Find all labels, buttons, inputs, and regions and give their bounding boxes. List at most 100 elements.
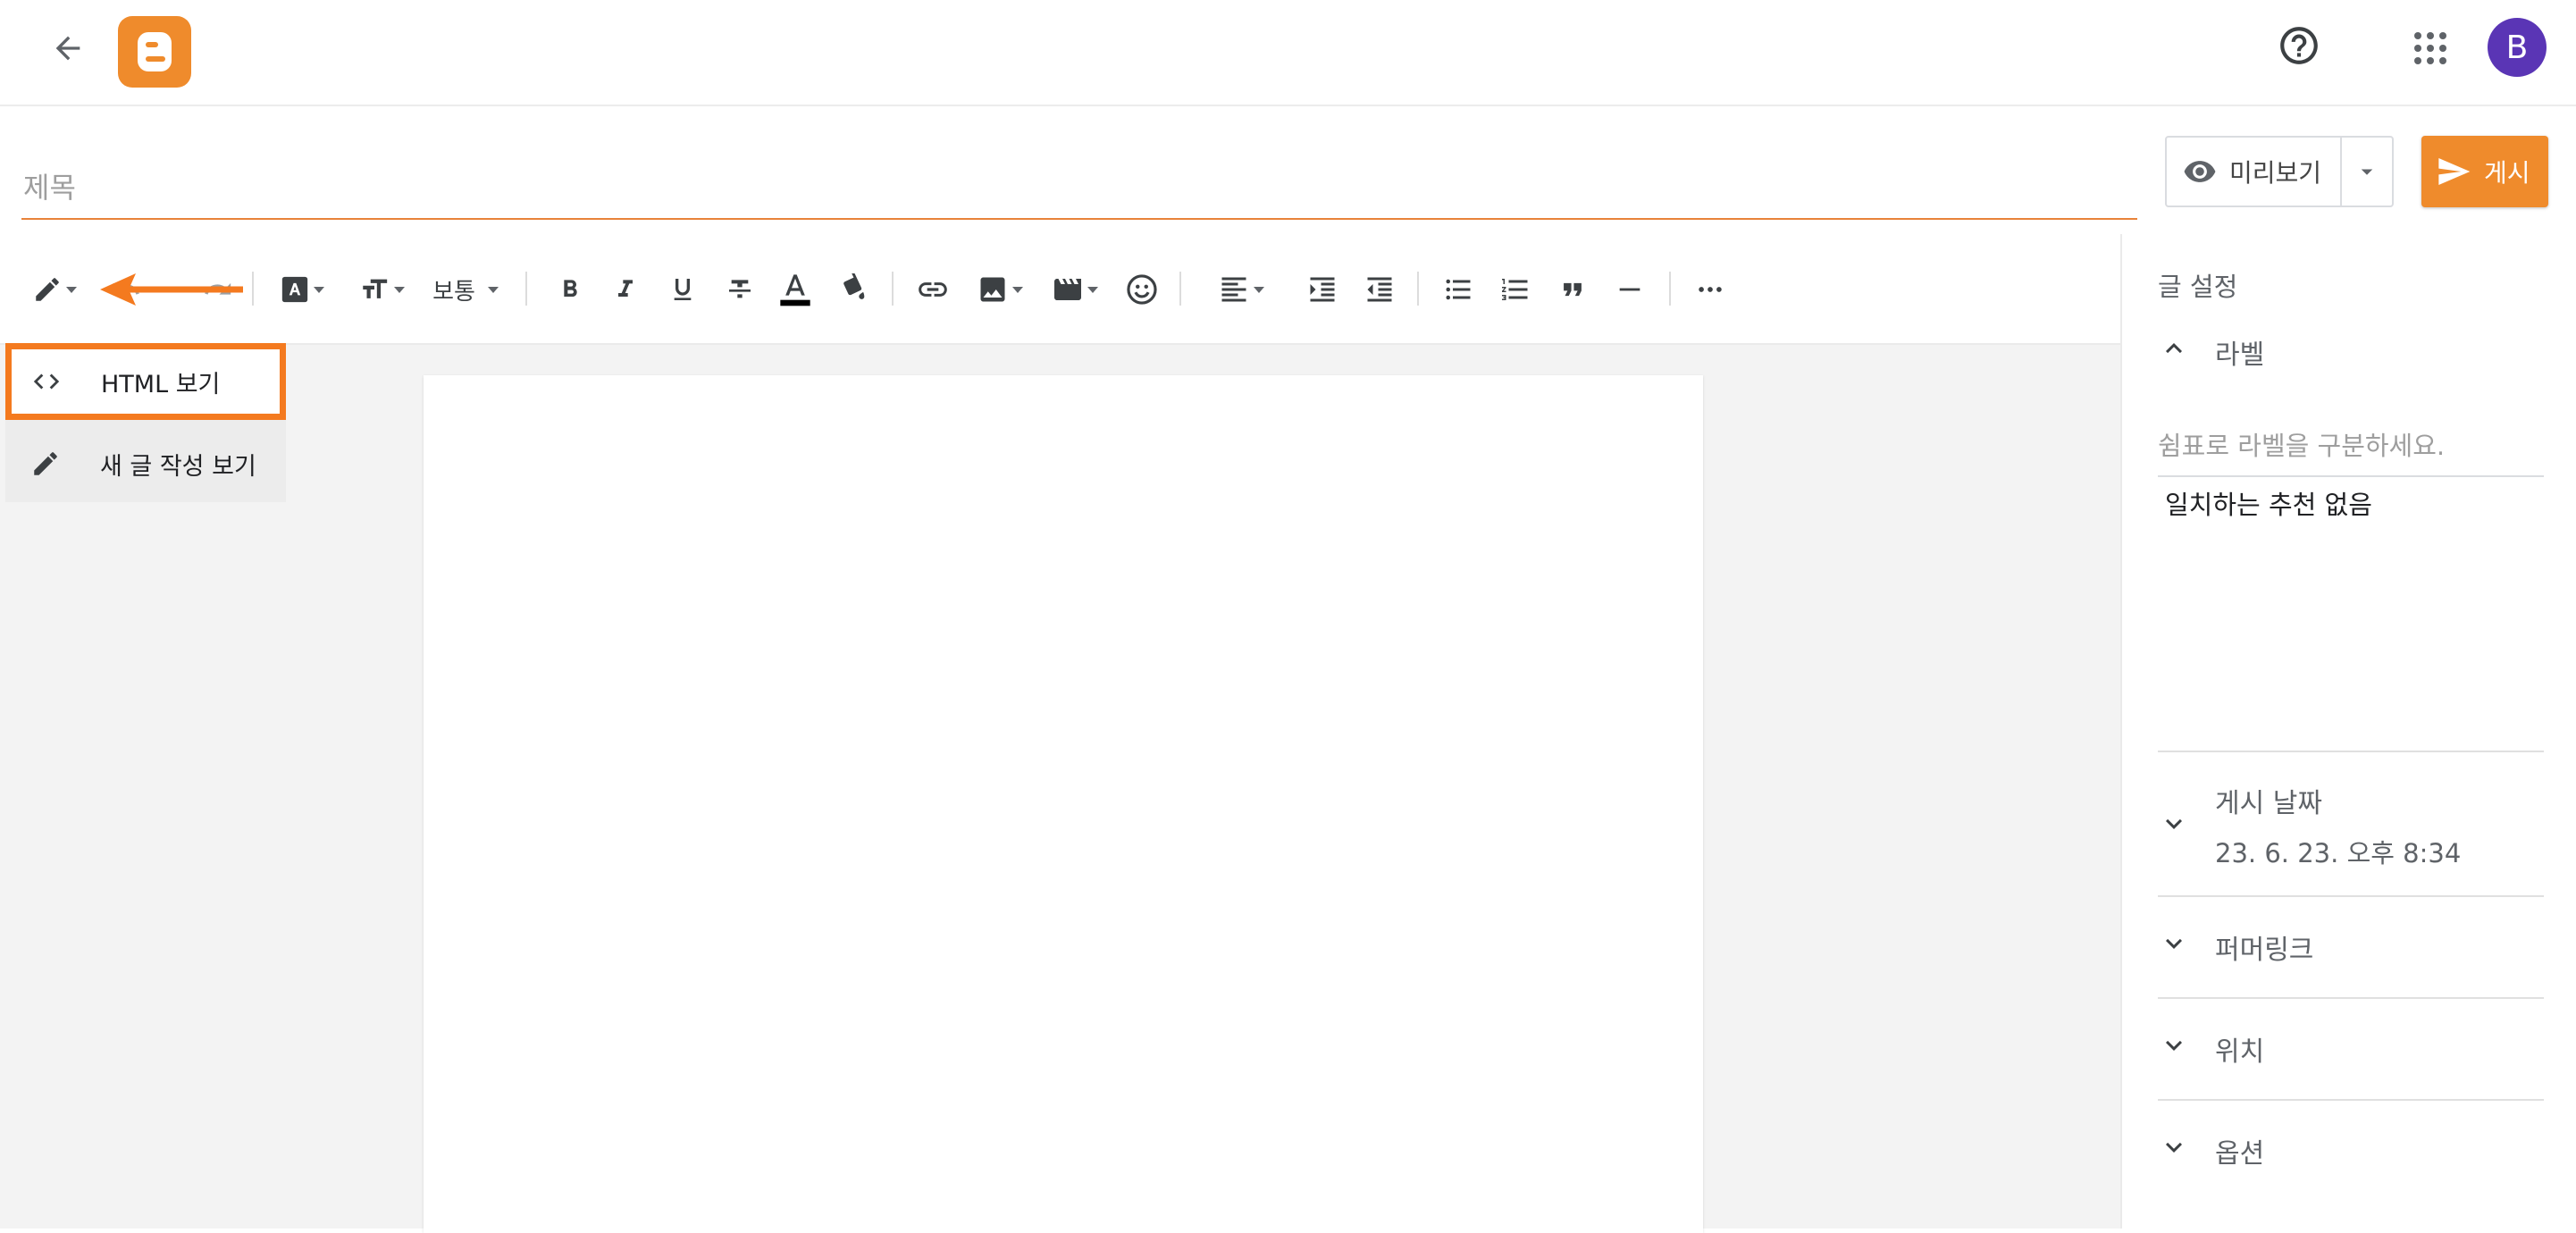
help-icon xyxy=(2280,27,2318,64)
caret-icon xyxy=(66,286,77,293)
arrow-back-icon xyxy=(55,36,80,61)
toolbar-separator xyxy=(1417,272,1419,306)
text-size-icon xyxy=(363,279,388,298)
mode-switch-button[interactable] xyxy=(23,266,86,313)
font-button[interactable] xyxy=(273,266,331,313)
underline-button[interactable] xyxy=(659,266,706,313)
publish-date-value: 23. 6. 23. 오후 8:34 xyxy=(2215,838,2462,868)
emoji-button[interactable] xyxy=(1119,266,1165,313)
bulleted-list-icon xyxy=(1446,279,1471,300)
text-size-button[interactable] xyxy=(350,266,413,313)
blogger-logo[interactable] xyxy=(118,16,191,88)
bulleted-list-button[interactable] xyxy=(1435,266,1481,313)
numbered-list-button[interactable] xyxy=(1492,266,1539,313)
location-title: 위치 xyxy=(2215,1036,2265,1068)
publish-button[interactable]: 게시 xyxy=(2421,136,2548,207)
text-color-button[interactable] xyxy=(772,266,818,313)
annotation-arrow-icon xyxy=(100,273,243,306)
indent-button[interactable] xyxy=(1299,266,1346,313)
apps-button[interactable] xyxy=(2409,27,2452,70)
location-section-toggle[interactable]: 위치 xyxy=(2158,1029,2542,1069)
align-button[interactable] xyxy=(1210,266,1272,313)
more-icon xyxy=(1699,287,1722,292)
avatar-letter: B xyxy=(2505,29,2529,66)
indent-icon xyxy=(1310,277,1335,302)
menu-item-compose-view[interactable]: 새 글 작성 보기 xyxy=(5,425,286,502)
highlight-button[interactable] xyxy=(831,266,877,313)
caret-icon xyxy=(1012,286,1023,293)
post-title-input[interactable] xyxy=(21,164,2137,220)
back-button[interactable] xyxy=(45,25,91,71)
quote-button[interactable] xyxy=(1549,266,1596,313)
caret-down-icon xyxy=(2361,169,2373,175)
code-icon xyxy=(33,373,60,390)
editor-toolbar: 보통 xyxy=(0,234,2120,345)
image-button[interactable] xyxy=(970,266,1029,313)
preview-dropdown-button[interactable] xyxy=(2342,138,2392,206)
post-settings-heading: 글 설정 xyxy=(2158,272,2238,302)
outdent-button[interactable] xyxy=(1356,266,1403,313)
caret-icon xyxy=(1087,286,1098,293)
highlight-icon xyxy=(843,273,865,299)
labels-section-toggle[interactable]: 라벨 xyxy=(2158,332,2542,372)
outdent-icon xyxy=(1367,277,1392,302)
caret-icon xyxy=(394,286,405,293)
caret-icon xyxy=(1254,286,1264,293)
video-icon xyxy=(1054,279,1081,300)
bold-icon xyxy=(564,280,577,297)
no-match-text: 일치하는 추천 없음 xyxy=(2165,490,2372,520)
italic-button[interactable] xyxy=(602,266,649,313)
permalink-title: 퍼머링크 xyxy=(2215,935,2314,966)
video-button[interactable] xyxy=(1045,266,1104,313)
caret-icon xyxy=(314,286,324,293)
toolbar-separator xyxy=(1179,272,1181,306)
section-divider xyxy=(2158,895,2544,897)
publish-label: 게시 xyxy=(2484,158,2530,188)
pencil-icon xyxy=(34,452,57,475)
paragraph-style-label: 보통 xyxy=(432,278,475,306)
toolbar-separator xyxy=(252,272,254,306)
section-divider xyxy=(2158,1099,2544,1101)
link-icon xyxy=(919,282,947,297)
menu-item-label: HTML 보기 xyxy=(101,370,221,398)
blogger-logo-icon xyxy=(138,32,172,71)
strikethrough-button[interactable] xyxy=(717,266,763,313)
horizontal-rule-button[interactable] xyxy=(1607,266,1653,313)
apps-grid-icon xyxy=(2414,32,2446,64)
preview-button[interactable]: 미리보기 xyxy=(2167,138,2342,206)
chevron-down-icon xyxy=(2166,938,2182,949)
emoji-icon xyxy=(1127,274,1157,305)
chevron-down-icon xyxy=(2166,1040,2182,1051)
top-bar: B xyxy=(0,0,2576,106)
send-icon xyxy=(2438,158,2471,185)
quote-icon xyxy=(1564,282,1582,297)
strikethrough-icon xyxy=(729,280,751,298)
more-button[interactable] xyxy=(1687,266,1733,313)
italic-icon xyxy=(618,280,633,297)
help-button[interactable] xyxy=(2277,23,2321,68)
preview-button-group: 미리보기 xyxy=(2165,136,2394,207)
pencil-icon xyxy=(36,278,59,301)
options-section-toggle[interactable]: 옵션 xyxy=(2158,1131,2542,1170)
font-icon xyxy=(281,276,308,303)
menu-item-html-view[interactable]: HTML 보기 xyxy=(5,343,286,420)
post-body-editor[interactable] xyxy=(424,375,1703,1233)
text-color-icon xyxy=(780,274,810,306)
paragraph-style-dropdown[interactable]: 보통 xyxy=(425,266,506,313)
link-button[interactable] xyxy=(910,266,956,313)
caret-icon xyxy=(487,286,499,293)
toolbar-separator xyxy=(525,272,527,306)
permalink-section-toggle[interactable]: 퍼머링크 xyxy=(2158,927,2542,967)
labels-input[interactable] xyxy=(2158,422,2544,477)
chevron-down-icon xyxy=(2166,1142,2182,1153)
chevron-down-icon xyxy=(2166,818,2182,829)
section-divider xyxy=(2158,751,2544,752)
numbered-list-icon xyxy=(1502,279,1528,300)
bold-button[interactable] xyxy=(547,266,593,313)
editor-area xyxy=(0,345,2120,1233)
account-avatar[interactable]: B xyxy=(2488,18,2547,77)
toolbar-separator xyxy=(892,272,894,306)
post-settings-sidebar: 글 설정 라벨 일치하는 추천 없음 게시 날짜 23. 6. 23. 오후 8… xyxy=(2120,234,2576,1229)
publish-date-section-toggle[interactable]: 게시 날짜 23. 6. 23. 오후 8:34 xyxy=(2158,781,2542,870)
horizontal-rule-icon xyxy=(1619,288,1640,291)
